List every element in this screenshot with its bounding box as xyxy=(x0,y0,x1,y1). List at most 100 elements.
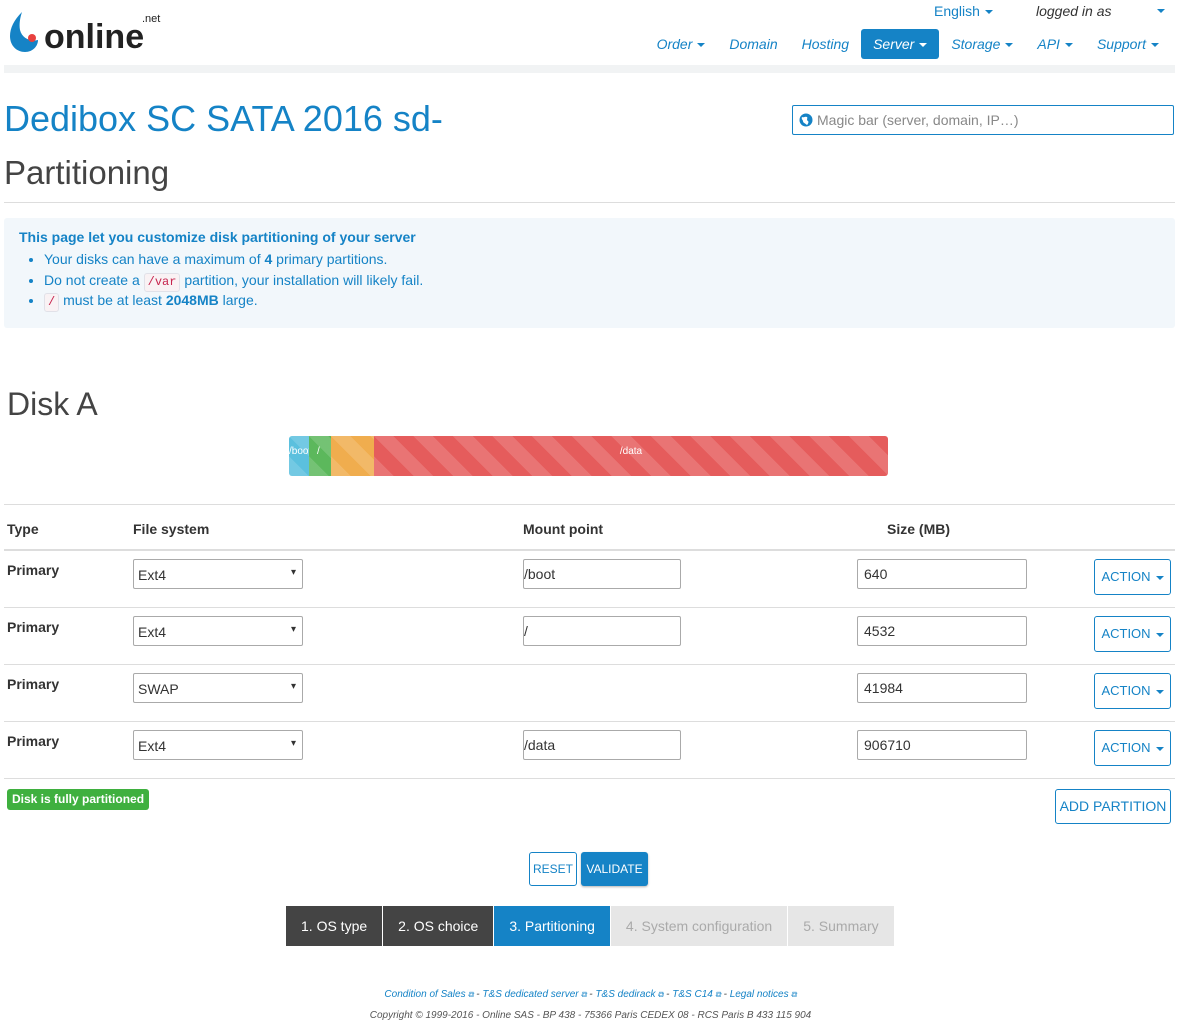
filesystem-select[interactable]: Ext4 ▾ xyxy=(133,559,303,589)
title-divider xyxy=(4,202,1175,203)
mount-point-input[interactable] xyxy=(523,730,681,760)
footer-link-label: Legal notices xyxy=(729,989,789,1000)
nav-domain[interactable]: Domain xyxy=(717,29,789,59)
footer-link-label: T&S dedirack xyxy=(595,989,656,1000)
partition-type: Primary xyxy=(7,733,60,749)
action-label: ACTION xyxy=(1101,569,1151,584)
nav-label: Hosting xyxy=(801,36,850,52)
svg-text:online: online xyxy=(44,18,144,56)
filesystem-select[interactable]: SWAP ▾ xyxy=(133,673,303,703)
chevron-down-icon xyxy=(1064,43,1073,48)
size-input[interactable] xyxy=(857,673,1027,703)
filesystem-select[interactable]: Ext4 ▾ xyxy=(133,616,303,646)
wizard-step-5: 5. Summary xyxy=(788,906,894,946)
footer-link[interactable]: T&S dedicated server ⧉ xyxy=(482,989,586,1000)
wizard-step-3[interactable]: 3. Partitioning xyxy=(494,906,610,946)
add-partition-button[interactable]: ADD PARTITION xyxy=(1055,789,1171,824)
external-link-icon: ⧉ xyxy=(712,990,721,999)
reset-button[interactable]: RESET xyxy=(529,852,577,886)
chevron-down-icon xyxy=(1155,632,1164,637)
wizard-step-4: 4. System configuration xyxy=(610,906,788,946)
var-code: /var xyxy=(143,272,181,292)
external-link-icon: ⧉ xyxy=(578,990,587,999)
account-chevron-down-icon[interactable] xyxy=(1157,9,1165,13)
wizard-steps: 1. OS type 2. OS choice 3. Partitioning 4. … xyxy=(286,906,894,946)
chevron-down-icon xyxy=(919,43,928,48)
magic-bar[interactable] xyxy=(792,105,1174,135)
footer-link[interactable]: Legal notices ⧉ xyxy=(730,989,797,1000)
nav-label: Storage xyxy=(951,36,1001,52)
info-heading: This page let you customize disk partiti… xyxy=(19,229,416,245)
nav-support[interactable]: Support xyxy=(1085,29,1171,59)
dropdown-arrow-icon: ▾ xyxy=(290,738,296,749)
footer-link[interactable]: T&S C14 ⧉ xyxy=(672,989,721,1000)
table-header: Type File system Mount point Size (MB) xyxy=(4,504,1175,551)
action-button[interactable]: ACTION xyxy=(1094,616,1171,652)
logged-in-label[interactable]: logged in as xyxy=(1036,3,1112,19)
nav-order[interactable]: Order xyxy=(645,29,718,59)
chevron-down-icon xyxy=(1155,689,1164,694)
footer-separator: - xyxy=(720,989,730,1000)
footer-links: Condition of Sales ⧉ - T&S dedicated ser… xyxy=(0,989,1181,1000)
footer-link-label: T&S C14 xyxy=(672,989,713,1000)
wizard-step-2[interactable]: 2. OS choice xyxy=(383,906,494,946)
filesystem-value: Ext4 xyxy=(138,624,167,640)
table-row: Primary Ext4 ▾ ACTION xyxy=(4,551,1175,608)
info-item-var-warning: Do not create a /var partition, your ins… xyxy=(44,270,423,292)
col-type: Type xyxy=(7,521,39,537)
nav-api[interactable]: API xyxy=(1025,29,1085,59)
info-item-root-size: / must be at least 2048MB large. xyxy=(44,290,423,312)
col-filesystem: File system xyxy=(133,521,210,537)
mount-point-input[interactable] xyxy=(523,559,681,589)
mount-point-input[interactable] xyxy=(523,616,681,646)
partition-table: Type File system Mount point Size (MB) P… xyxy=(4,504,1175,779)
copyright: Copyright © 1999-2016 - Online SAS - BP … xyxy=(369,1010,812,1021)
col-mount-point: Mount point xyxy=(523,521,604,537)
footer-link-label: T&S dedicated server xyxy=(482,989,579,1000)
nav-hosting[interactable]: Hosting xyxy=(790,29,861,59)
filesystem-value: SWAP xyxy=(138,681,179,697)
nav-label: API xyxy=(1037,36,1060,52)
disk-segment-label: /boot xyxy=(289,446,309,457)
globe-icon xyxy=(799,113,813,132)
wizard-step-1[interactable]: 1. OS type xyxy=(286,906,383,946)
action-button[interactable]: ACTION xyxy=(1094,559,1171,595)
table-row: Primary Ext4 ▾ ACTION xyxy=(4,608,1175,665)
online-logo[interactable]: online .net xyxy=(8,8,168,56)
action-label: ACTION xyxy=(1101,683,1151,698)
status-badge: Disk is fully partitioned xyxy=(7,789,150,810)
footer-link[interactable]: T&S dedirack ⧉ xyxy=(595,989,663,1000)
nav-server[interactable]: Server xyxy=(861,29,940,59)
validate-button[interactable]: VALIDATE xyxy=(581,852,648,886)
size-input[interactable] xyxy=(857,730,1027,760)
info-list: Your disks can have a maximum of 4 prima… xyxy=(44,249,423,312)
disk-segment xyxy=(331,436,374,476)
chevron-down-icon xyxy=(984,10,993,15)
size-input[interactable] xyxy=(857,559,1027,589)
info-box: This page let you customize disk partiti… xyxy=(4,218,1175,328)
action-button[interactable]: ACTION xyxy=(1094,730,1171,766)
svg-text:.net: .net xyxy=(142,13,160,25)
chevron-down-icon xyxy=(1151,43,1159,48)
root-code: / xyxy=(44,293,60,312)
footer-link[interactable]: Condition of Sales ⧉ xyxy=(384,989,473,1000)
size-input[interactable] xyxy=(857,616,1027,646)
nav-storage[interactable]: Storage xyxy=(939,29,1025,59)
language-selector[interactable]: English xyxy=(934,3,993,19)
table-row: Primary Ext4 ▾ ACTION xyxy=(4,722,1175,779)
action-label: ACTION xyxy=(1101,626,1151,641)
magic-bar-input[interactable] xyxy=(817,106,1167,134)
action-label: ACTION xyxy=(1101,740,1151,755)
dropdown-arrow-icon: ▾ xyxy=(290,567,296,578)
external-link-icon: ⧉ xyxy=(465,990,474,999)
filesystem-select[interactable]: Ext4 ▾ xyxy=(133,730,303,760)
nav-label: Order xyxy=(656,36,693,52)
chevron-down-icon xyxy=(1155,746,1164,751)
disk-usage-bar: /boot / /data xyxy=(289,436,888,476)
table-row: Primary SWAP ▾ ACTION xyxy=(4,665,1175,722)
page-subtitle: Partitioning xyxy=(4,154,170,191)
action-button[interactable]: ACTION xyxy=(1094,673,1171,709)
info-item-max-partitions: Your disks can have a maximum of 4 prima… xyxy=(44,249,423,270)
page-title: Dedibox SC SATA 2016 sd- xyxy=(4,98,443,139)
partition-type: Primary xyxy=(7,562,60,578)
